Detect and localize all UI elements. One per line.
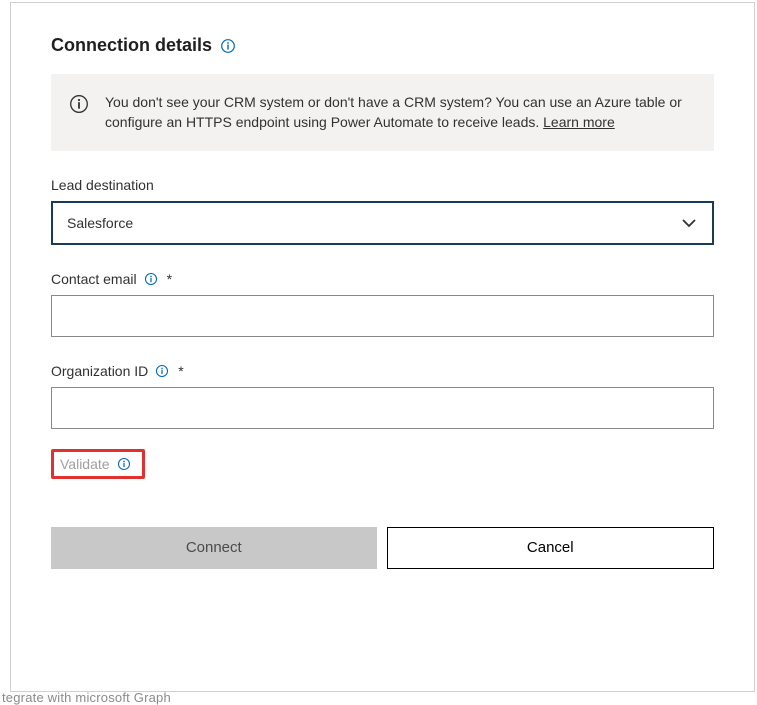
- page-title: Connection details: [51, 35, 212, 56]
- required-indicator: *: [178, 363, 183, 379]
- required-indicator: *: [167, 271, 172, 287]
- lead-destination-label: Lead destination: [51, 177, 714, 193]
- validate-highlight-box: Validate: [51, 449, 145, 479]
- lead-destination-label-text: Lead destination: [51, 177, 154, 193]
- lead-destination-select[interactable]: Salesforce: [51, 201, 714, 245]
- info-icon[interactable]: [220, 38, 236, 54]
- info-icon[interactable]: [154, 363, 170, 379]
- organization-id-label-text: Organization ID: [51, 363, 148, 379]
- lead-destination-value: Salesforce: [67, 215, 133, 231]
- contact-email-label-text: Contact email: [51, 271, 137, 287]
- heading-row: Connection details: [51, 35, 714, 56]
- contact-email-label: Contact email *: [51, 271, 714, 287]
- learn-more-link[interactable]: Learn more: [543, 114, 615, 130]
- button-row: Connect Cancel: [51, 527, 714, 569]
- chevron-down-icon: [680, 214, 698, 232]
- contact-email-field: Contact email *: [51, 271, 714, 337]
- organization-id-label: Organization ID *: [51, 363, 714, 379]
- cancel-button[interactable]: Cancel: [387, 527, 715, 569]
- connection-details-panel: Connection details You don't see your CR…: [10, 2, 755, 692]
- organization-id-field: Organization ID *: [51, 363, 714, 429]
- connect-button[interactable]: Connect: [51, 527, 377, 569]
- info-banner-text: You don't see your CRM system or don't h…: [105, 92, 690, 133]
- info-icon: [69, 94, 89, 117]
- info-icon[interactable]: [143, 271, 159, 287]
- info-icon[interactable]: [116, 456, 132, 472]
- lead-destination-field: Lead destination Salesforce: [51, 177, 714, 245]
- organization-id-input[interactable]: [51, 387, 714, 429]
- contact-email-input[interactable]: [51, 295, 714, 337]
- info-banner: You don't see your CRM system or don't h…: [51, 74, 714, 151]
- background-text-fragment: tegrate with microsoft Graph: [2, 690, 171, 705]
- validate-link[interactable]: Validate: [60, 456, 110, 472]
